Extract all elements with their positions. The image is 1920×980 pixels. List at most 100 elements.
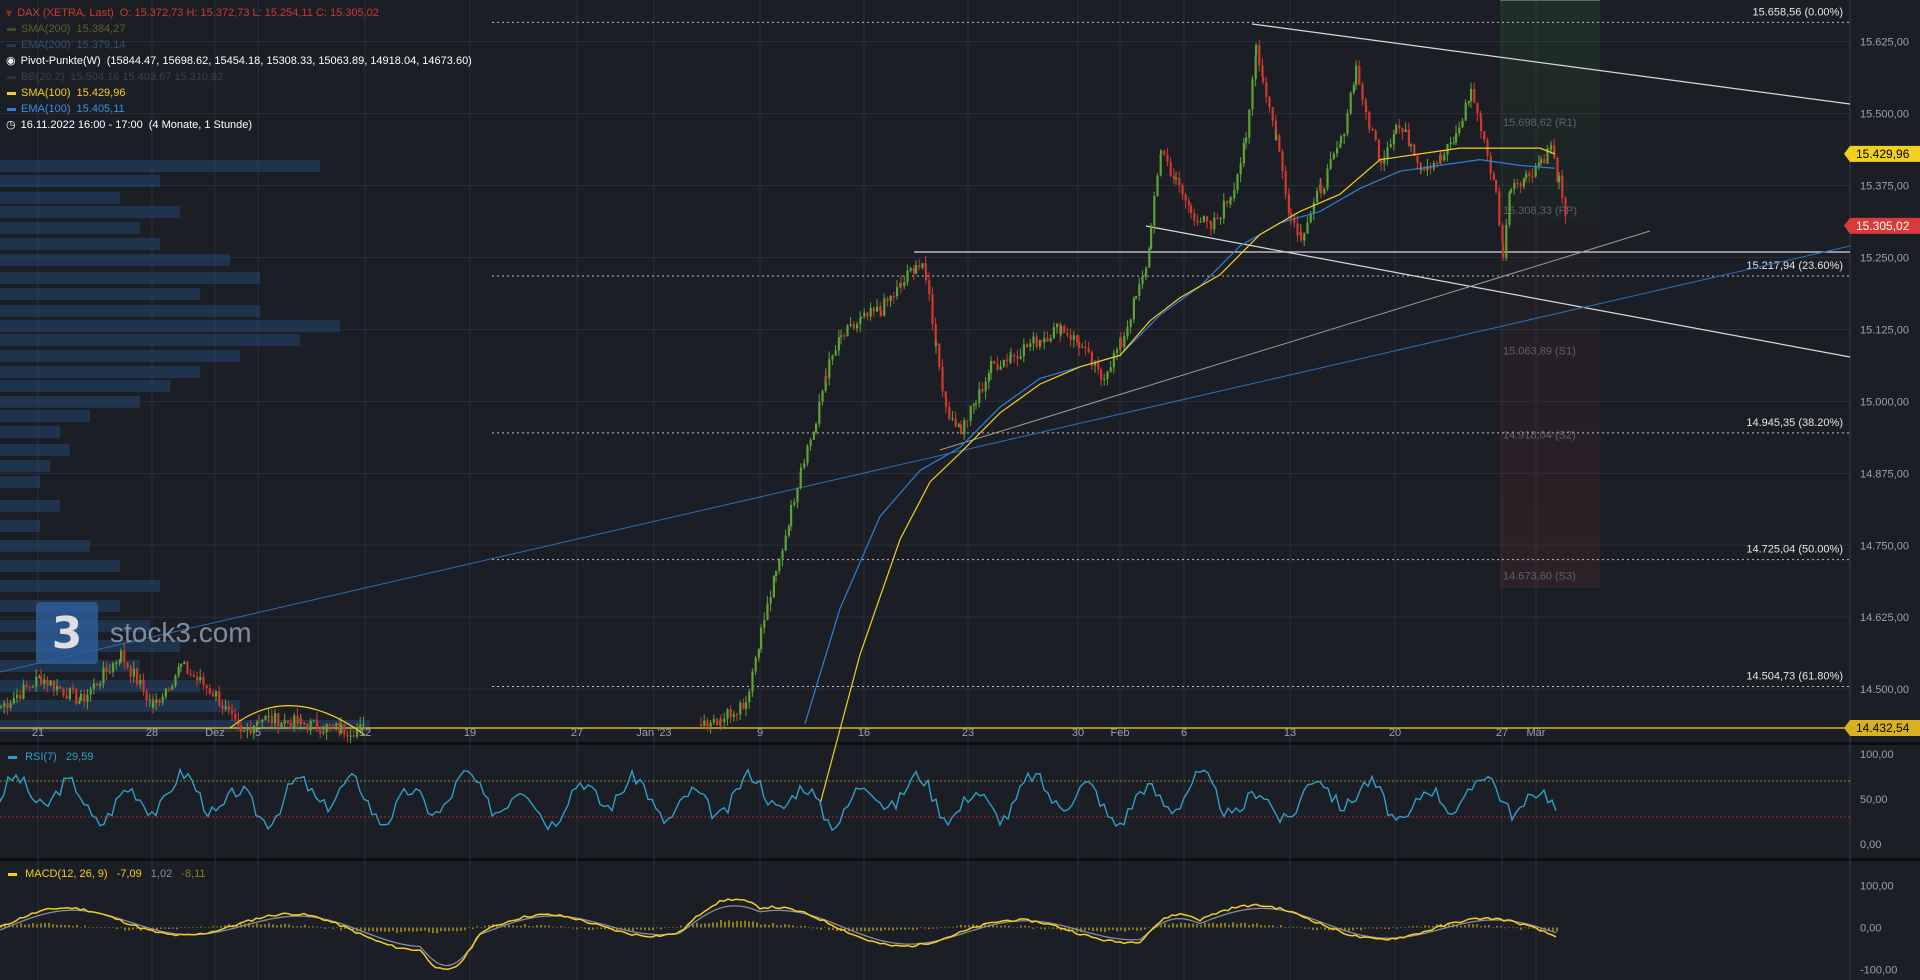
macd-histogram-bar [780, 925, 782, 928]
candle-up [1213, 217, 1216, 230]
sma200-swatch-icon [7, 27, 16, 31]
macd-histogram-bar [472, 927, 474, 929]
candle-down [290, 722, 293, 729]
candle-up [1109, 367, 1112, 372]
candle-down [966, 420, 969, 422]
macd-histogram-bar [368, 927, 370, 932]
pivot-label: 15.063,89 (S1) [1503, 346, 1576, 358]
macd-histogram-bar [1116, 927, 1118, 932]
candle-up [243, 730, 246, 732]
candle-down [65, 695, 68, 700]
legend-ema200[interactable]: EMA(200) 15.379,14 [6, 37, 472, 53]
macd-histogram-bar [16, 924, 18, 928]
macd-histogram-bar [1352, 927, 1354, 931]
grid [0, 0, 1920, 980]
fib-label: 15.658,56 (0.00%) [1752, 6, 1843, 18]
candle-up [1022, 344, 1025, 357]
macd-histogram-bar [420, 927, 422, 931]
chart-canvas[interactable]: 15.698,62 (R1)15.308,33 (PP)15.063,89 (S… [0, 0, 1920, 980]
price-tick-label: 15.125,00 [1860, 324, 1909, 336]
candle-down [1163, 150, 1166, 155]
macd-histogram-bar [668, 927, 670, 928]
legend-sma200[interactable]: SMA(200) 15.384,27 [6, 21, 472, 37]
macd-histogram-bar [272, 924, 274, 928]
candle-down [1502, 243, 1505, 258]
candle-down [1398, 125, 1401, 129]
candle-down [1492, 173, 1495, 180]
macd-histogram-bar [196, 927, 198, 928]
macd-histogram-bar [1256, 923, 1258, 928]
macd-histogram-bar [700, 923, 702, 928]
candle-down [1258, 45, 1261, 66]
candle-down [286, 720, 289, 723]
candle-down [1100, 369, 1103, 380]
candle-down [843, 335, 846, 337]
candle-up [951, 418, 954, 420]
macd-histogram-bar [184, 927, 186, 928]
macd-histogram-bar [124, 927, 126, 931]
candle-up [264, 716, 267, 720]
candle-down [1193, 213, 1196, 221]
macd-histogram-bar [344, 927, 346, 929]
ema100-value: 15.405,11 [76, 103, 125, 115]
macd-histogram-bar [1508, 926, 1510, 928]
candle-up [860, 316, 863, 319]
macd-histogram-bar [592, 927, 594, 930]
candle-up [92, 683, 95, 689]
candle-up [1537, 163, 1540, 166]
legend-pivot[interactable]: ◉ Pivot-Punkte(W) (15844.47, 15698.62, 1… [6, 53, 472, 69]
macd-histogram-bar [588, 927, 590, 930]
macd-histogram-bar [544, 925, 546, 928]
legend-bb[interactable]: BB(20,2) 15.504,16 15.403,67 15.310,92 [6, 69, 472, 85]
macd-histogram-bar [900, 927, 902, 930]
macd-histogram-bar [120, 927, 122, 929]
candle-up [999, 366, 1002, 370]
price-tick-label: 15.250,00 [1860, 252, 1909, 264]
candle-up [1242, 142, 1245, 164]
fib-label: 14.945,35 (38.20%) [1746, 417, 1843, 429]
badge-sma100: 15.429,96 [1856, 147, 1910, 161]
macd-histogram-bar [1472, 924, 1474, 928]
legend-instrument[interactable]: ⩔ DAX (XETRA, Last) O: 15.372,73 H: 15.3… [6, 5, 472, 21]
rsi-legend[interactable]: RSI(7) 29,59 [8, 751, 93, 763]
candle-up [280, 723, 283, 728]
candle-down [196, 676, 199, 681]
legend-ema100[interactable]: EMA(100) 15.405,11 [6, 101, 472, 117]
macd-histogram-bar [132, 927, 134, 930]
macd-histogram-bar [968, 925, 970, 928]
candle-up [821, 390, 824, 402]
macd-histogram-bar [388, 927, 390, 932]
macd-histogram-bar [736, 920, 738, 928]
macd-legend[interactable]: MACD(12, 26, 9) -7,09 1,02 -8,11 [8, 868, 206, 880]
macd-histogram-bar [748, 921, 750, 928]
candle-up [312, 719, 315, 721]
macd-histogram-bar [84, 925, 86, 928]
candle-down [1278, 135, 1281, 152]
macd-histogram-bar [296, 926, 298, 928]
candle-up [1251, 79, 1254, 110]
macd-histogram-bar [440, 927, 442, 932]
candle-up [267, 715, 270, 717]
candle-up [35, 676, 38, 687]
candle-up [703, 720, 706, 727]
macd-histogram-bar [276, 925, 278, 928]
legend-sma100[interactable]: SMA(100) 15.429,96 [6, 85, 472, 101]
candle-up [1138, 284, 1141, 297]
macd-histogram-bar [1260, 924, 1262, 928]
candle-up [781, 550, 784, 559]
volume-profile-bar [0, 320, 340, 332]
candle-up [709, 722, 712, 727]
macd-histogram-bar [1176, 924, 1178, 928]
volume-profile-bar [0, 206, 180, 218]
candle-down [1271, 107, 1274, 121]
macd-histogram-bar [564, 927, 566, 928]
macd-histogram-bar [628, 927, 630, 931]
ema200-value: 15.379,14 [76, 39, 126, 51]
macd-histogram-bar [1248, 925, 1250, 928]
volume-profile-bar [0, 254, 230, 266]
macd-histogram-bar [1200, 924, 1202, 928]
candle-up [828, 359, 831, 379]
macd-histogram-bar [584, 927, 586, 929]
candle-up [1461, 120, 1464, 128]
time-tick-label: 12 [359, 727, 371, 739]
